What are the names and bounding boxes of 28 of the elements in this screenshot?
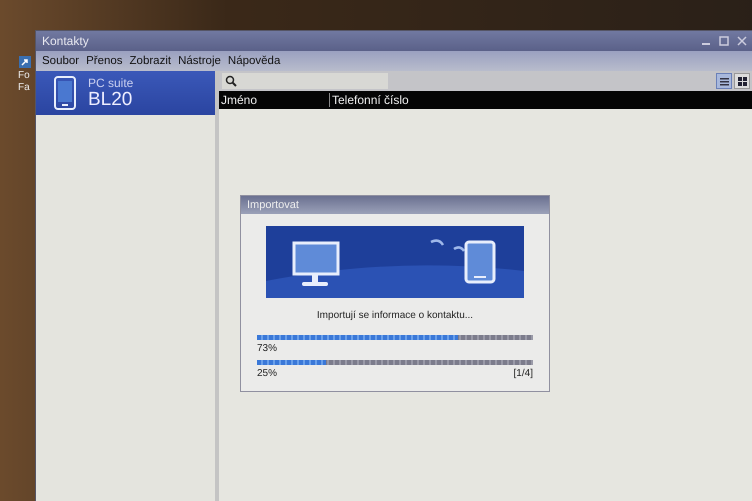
menu-item[interactable]: Nástroje (178, 55, 221, 67)
progress-percent: 25% (257, 368, 278, 379)
desktop-icon-label: Fo (18, 70, 31, 81)
search-field[interactable] (222, 73, 388, 89)
search-icon (225, 75, 237, 87)
list-view-button[interactable] (716, 73, 732, 89)
grid-icon (737, 76, 747, 87)
device-item[interactable]: PC suite BL20 (36, 71, 215, 115)
device-name: BL20 (88, 90, 134, 110)
grid-view-button[interactable] (734, 73, 750, 89)
menu-item[interactable]: Nápověda (228, 55, 280, 67)
desktop-icon-label: Fa (18, 82, 31, 93)
device-subtitle: PC suite (88, 76, 134, 90)
column-header[interactable]: Telefonní číslo (330, 93, 411, 107)
maximize-icon[interactable] (719, 36, 729, 46)
status-message: Importují se informace o kontaktu... (316, 310, 474, 321)
phone-icon (52, 76, 78, 110)
menu-item[interactable]: Přenos (86, 55, 123, 67)
column-header[interactable]: Jméno (219, 93, 330, 107)
window-title: Kontakty (42, 34, 89, 48)
dialog-title: Importovat (247, 199, 299, 211)
menu-item[interactable]: Zobrazit (130, 55, 172, 67)
shortcut-icon[interactable] (18, 55, 32, 69)
menu-item[interactable]: Soubor (42, 55, 80, 67)
close-icon[interactable] (737, 36, 747, 46)
list-icon (719, 76, 729, 87)
progress-percent: 73% (257, 343, 278, 354)
step-counter: [1/4] (514, 368, 533, 379)
